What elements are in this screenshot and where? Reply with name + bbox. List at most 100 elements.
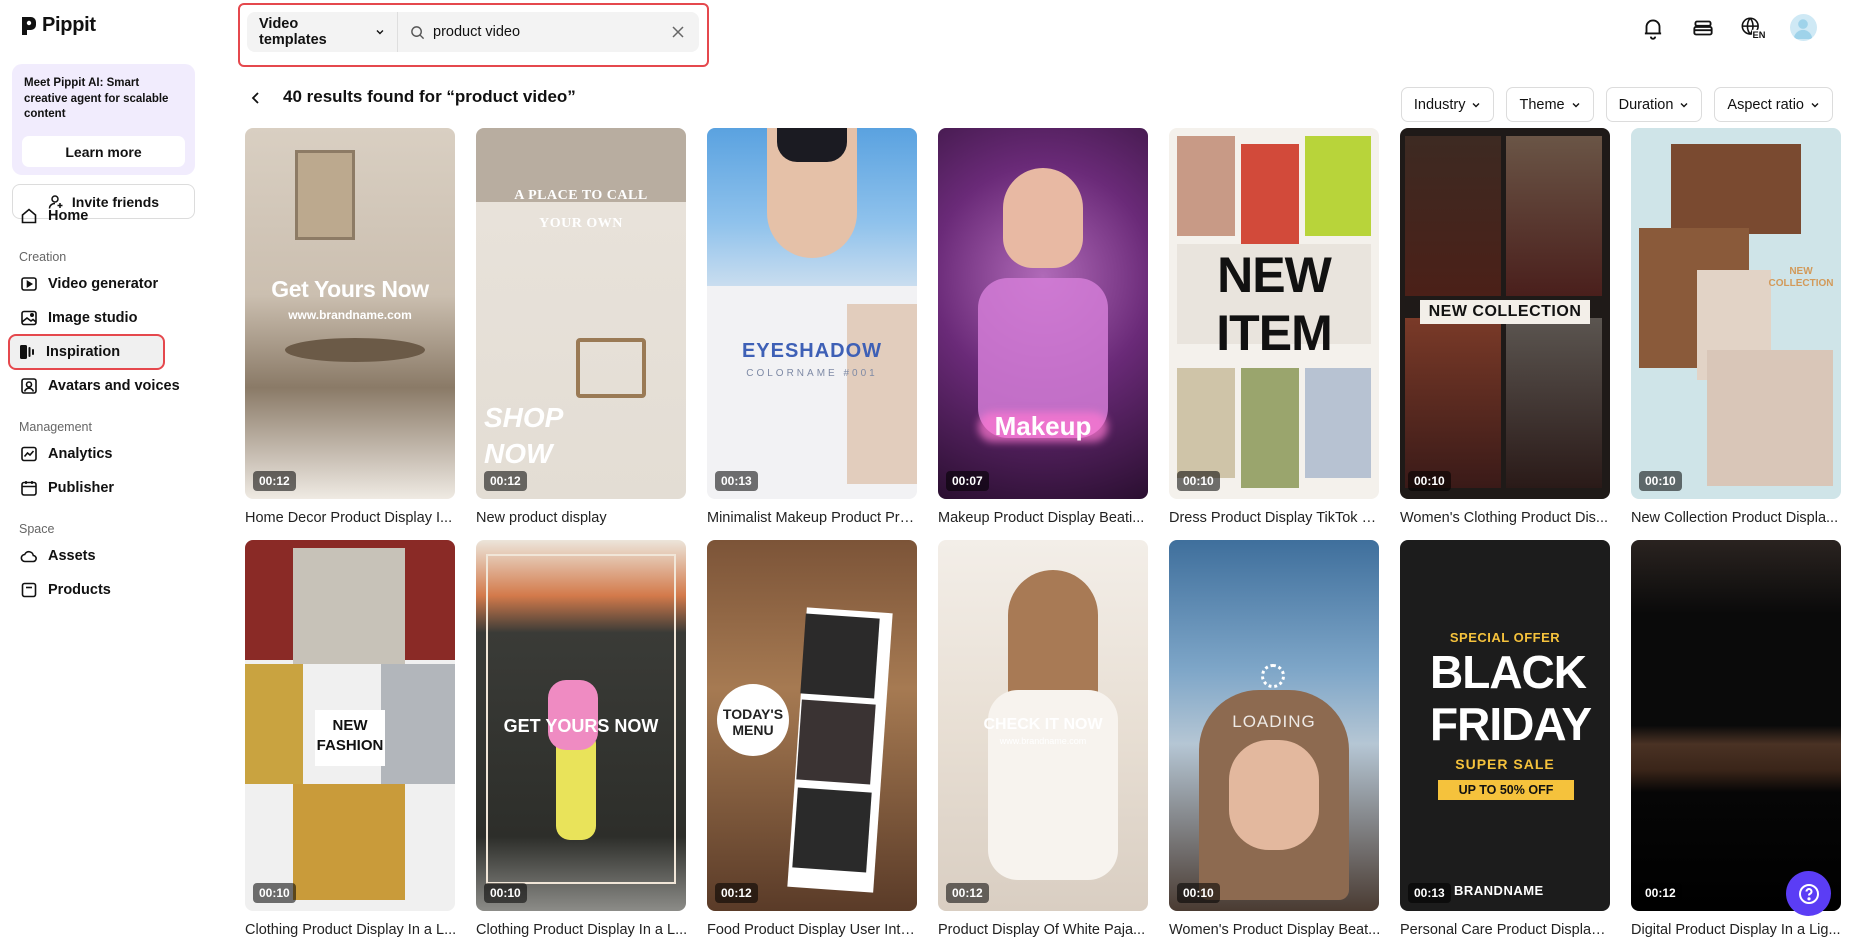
sidebar-item-label: Home [48, 208, 89, 224]
template-thumbnail[interactable]: Get Yours Now www.brandname.com 00:12 [245, 128, 455, 499]
filter-duration[interactable]: Duration [1605, 87, 1703, 122]
template-title[interactable]: Personal Care Product Display ... [1400, 922, 1612, 938]
globe-icon[interactable]: EN [1740, 15, 1766, 41]
language-code: EN [1753, 30, 1766, 40]
template-title[interactable]: Minimalist Makeup Product Pro... [707, 510, 919, 526]
back-arrow-icon[interactable] [246, 88, 266, 108]
template-title[interactable]: Digital Product Display In a Lig... [1631, 922, 1843, 938]
stack-icon[interactable] [1690, 15, 1716, 41]
search-icon [411, 25, 425, 39]
template-title[interactable]: New product display [476, 510, 688, 526]
filter-label: Aspect ratio [1727, 96, 1804, 113]
template-card[interactable]: NEW COLLECTION 00:10 Women's Clothing Pr… [1400, 128, 1610, 540]
template-card[interactable]: Makeup 00:07 Makeup Product Display Beat… [938, 128, 1148, 540]
sidebar-item-video-generator[interactable]: Video generator [12, 266, 195, 302]
template-card[interactable]: A PLACE TO CALL YOUR OWN SHOP NOW 00:12 … [476, 128, 686, 540]
duration-badge: 00:10 [1177, 883, 1220, 903]
filter-label: Duration [1618, 96, 1674, 113]
thumbnail-badge: UP TO 50% OFF [1438, 780, 1574, 800]
filter-theme[interactable]: Theme [1506, 87, 1594, 122]
sidebar-item-assets[interactable]: Assets [12, 538, 195, 574]
template-title[interactable]: Women's Clothing Product Dis... [1400, 510, 1612, 526]
results-title: 40 results found for “product video” [283, 87, 576, 106]
template-card[interactable]: GET YOURS NOW 00:10 Clothing Product Dis… [476, 540, 688, 949]
duration-badge: 00:12 [253, 471, 296, 491]
duration-badge: 00:10 [253, 883, 296, 903]
template-card[interactable]: NEW ITEM 00:10 Dress Product Display Tik… [1169, 128, 1381, 540]
template-title[interactable]: Clothing Product Display In a L... [476, 922, 688, 938]
template-title[interactable]: Product Display Of White Paja... [938, 922, 1150, 938]
template-card[interactable]: LOADING 00:10 Women's Product Display Be… [1169, 540, 1381, 949]
template-thumbnail[interactable]: NEW COLLECTION 00:10 [1400, 128, 1610, 499]
template-title[interactable]: Makeup Product Display Beati... [938, 510, 1150, 526]
filter-industry[interactable]: Industry [1400, 87, 1495, 122]
template-title[interactable]: Women's Product Display Beat... [1169, 922, 1381, 938]
template-card[interactable]: EYESHADOW COLORNAME #001 00:13 Minimalis… [707, 128, 919, 540]
template-thumbnail[interactable]: TODAY'S MENU 00:12 [707, 540, 917, 911]
template-title[interactable]: Food Product Display User Inte... [707, 922, 919, 938]
thumbnail-headline: NEW COLLECTION [1768, 266, 1834, 289]
template-thumbnail[interactable]: EYESHADOW COLORNAME #001 00:13 [707, 128, 917, 499]
filter-aspect-ratio[interactable]: Aspect ratio [1714, 87, 1833, 122]
image-studio-icon [21, 310, 37, 326]
template-thumbnail[interactable]: LOADING 00:10 [1169, 540, 1379, 911]
promo-text: Meet Pippit AI: Smart creative agent for… [24, 77, 169, 120]
sidebar-item-publisher[interactable]: Publisher [12, 470, 195, 506]
sidebar-item-inspiration[interactable]: Inspiration [8, 334, 165, 370]
thumbnail-subtext: SPECIAL OFFER [1449, 630, 1561, 645]
thumbnail-subtext: COLORNAME #001 [746, 368, 878, 379]
thumbnail-headline: BLACK FRIDAY [1430, 646, 1592, 750]
template-thumbnail[interactable]: GET YOURS NOW 00:10 [476, 540, 686, 911]
template-title[interactable]: Clothing Product Display In a L... [245, 922, 457, 938]
sidebar-item-image-studio[interactable]: Image studio [12, 300, 195, 336]
template-card[interactable]: TODAY'S MENU 00:12 Food Product Display … [707, 540, 919, 949]
bell-icon[interactable] [1640, 15, 1666, 41]
thumbnail-brand: BRANDNAME [1454, 883, 1544, 898]
thumbnail-headline: Get Yours Now [271, 276, 429, 302]
template-card[interactable]: SPECIAL OFFER BLACK FRIDAY SUPER SALE UP… [1400, 540, 1612, 949]
search-type-label: Video templates [259, 16, 327, 48]
template-card[interactable]: CHECK IT NOW www.brandname.com 00:12 Pro… [938, 540, 1148, 949]
clear-icon[interactable] [671, 25, 685, 39]
template-title[interactable]: Dress Product Display TikTok S... [1169, 510, 1381, 526]
search-type-dropdown[interactable]: Video templates [247, 12, 398, 52]
chevron-down-icon [1472, 102, 1480, 107]
template-title[interactable]: New Collection Product Displa... [1631, 510, 1843, 526]
template-title[interactable]: Home Decor Product Display I... [245, 510, 457, 526]
template-card[interactable]: Get Yours Now www.brandname.com 00:12 Ho… [245, 128, 455, 540]
promo-card: Meet Pippit AI: Smart creative agent for… [12, 64, 195, 175]
sidebar-item-label: Publisher [48, 480, 115, 496]
sidebar-item-analytics[interactable]: Analytics [12, 436, 195, 472]
sidebar-item-home[interactable]: Home [12, 198, 195, 234]
sidebar-item-avatars-and-voices[interactable]: Avatars and voices [12, 368, 195, 404]
template-thumbnail[interactable]: 00:12 [1631, 540, 1841, 911]
search-input[interactable] [433, 24, 663, 40]
thumbnail-headline: NEW ITEM [1216, 247, 1332, 361]
template-thumbnail[interactable]: SPECIAL OFFER BLACK FRIDAY SUPER SALE UP… [1400, 540, 1610, 911]
thumbnail-headline: NEW COLLECTION [1428, 303, 1582, 320]
thumbnail-headline: NEW FASHION [315, 710, 385, 766]
template-thumbnail[interactable]: NEW ITEM 00:10 [1169, 128, 1379, 499]
sidebar-item-products[interactable]: Products [12, 572, 195, 608]
analytics-icon [21, 446, 37, 462]
app-logo[interactable]: Pippit [20, 14, 96, 37]
thumbnail-subtext: www.brandname.com [999, 736, 1087, 746]
template-thumbnail[interactable]: CHECK IT NOW www.brandname.com 00:12 [938, 540, 1148, 911]
learn-more-button[interactable]: Learn more [22, 136, 185, 167]
search-field [398, 24, 699, 40]
template-thumbnail[interactable]: Makeup 00:07 [938, 128, 1148, 499]
duration-badge: 00:10 [1639, 471, 1682, 491]
template-thumbnail[interactable]: A PLACE TO CALL YOUR OWN SHOP NOW 00:12 [476, 128, 686, 499]
template-thumbnail[interactable]: NEW COLLECTION 00:10 [1631, 128, 1841, 499]
chevron-down-icon [1811, 102, 1819, 107]
sidebar-item-label: Video generator [48, 276, 159, 292]
avatar[interactable] [1790, 14, 1817, 41]
duration-badge: 00:13 [715, 471, 758, 491]
template-card[interactable]: NEW FASHION 00:10 Clothing Product Displ… [245, 540, 457, 949]
duration-badge: 00:07 [946, 471, 989, 491]
app-name: Pippit [42, 14, 96, 36]
help-button[interactable] [1786, 871, 1831, 916]
filter-bar: Industry Theme Duration Aspect ratio [1400, 87, 1833, 122]
template-thumbnail[interactable]: NEW FASHION 00:10 [245, 540, 455, 911]
template-card[interactable]: NEW COLLECTION 00:10 New Collection Prod… [1631, 128, 1841, 540]
